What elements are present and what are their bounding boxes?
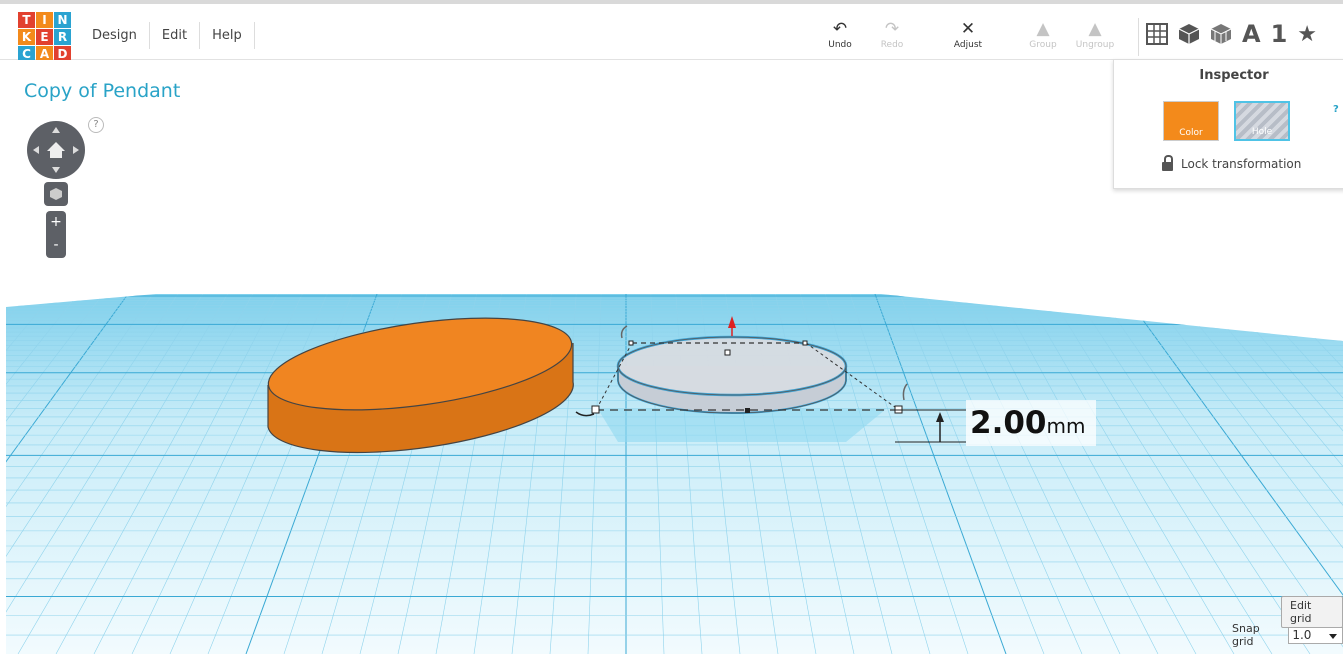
menu-help[interactable]: Help — [200, 22, 255, 49]
project-title[interactable]: Copy of Pendant — [24, 80, 180, 102]
pan-left-icon[interactable] — [33, 146, 39, 154]
wireframe-icon[interactable] — [1210, 23, 1232, 45]
top-toolbar: T I N K E R C A D Design Edit Help ↶ Und… — [0, 0, 1343, 62]
cube-icon — [50, 188, 62, 200]
color-label: Color — [1179, 128, 1203, 138]
home-view-icon[interactable] — [47, 142, 65, 158]
zoom-out-button[interactable]: - — [46, 234, 66, 257]
toolbar-divider — [1138, 18, 1139, 56]
ungroup-button[interactable]: ▲ Ungroup — [1069, 18, 1121, 50]
menu-edit[interactable]: Edit — [150, 22, 201, 49]
logo-letter: K — [18, 29, 35, 45]
tinkercad-logo[interactable]: T I N K E R C A D — [18, 12, 71, 62]
view-navigation-pad[interactable] — [27, 121, 85, 179]
redo-icon: ↷ — [884, 19, 900, 39]
star-icon[interactable]: ★ — [1297, 22, 1317, 47]
inspector-panel: Inspector Color Hole ? Lock transformati… — [1113, 59, 1343, 189]
dimension-value: 2.00 — [970, 405, 1047, 441]
dimension-unit: mm — [1046, 414, 1086, 438]
lock-label: Lock transformation — [1181, 156, 1302, 171]
zoom-in-button[interactable]: + — [46, 211, 66, 234]
logo-letter: E — [36, 29, 53, 45]
redo-label: Redo — [880, 40, 904, 50]
text-tool-icon[interactable]: A — [1242, 20, 1261, 48]
inspector-help-icon[interactable]: ? — [1333, 104, 1339, 115]
view-cube-button[interactable] — [44, 182, 68, 206]
snap-grid-label: Snap grid — [1232, 622, 1260, 648]
pan-right-icon[interactable] — [73, 146, 79, 154]
main-menu: Design Edit Help — [80, 22, 255, 49]
logo-letter: N — [54, 12, 71, 28]
pan-up-icon[interactable] — [52, 127, 60, 133]
logo-letter: R — [54, 29, 71, 45]
group-icon: ▲ — [1036, 19, 1050, 39]
redo-button[interactable]: ↷ Redo — [866, 18, 918, 50]
adjust-button[interactable]: ✕ Adjust — [942, 18, 994, 50]
adjust-label: Adjust — [953, 40, 983, 50]
ungroup-label: Ungroup — [1075, 40, 1115, 50]
color-swatch-button[interactable]: Color — [1163, 101, 1219, 141]
logo-letter: I — [36, 12, 53, 28]
snap-grid-control: Snap grid 1.0 — [1232, 622, 1343, 648]
number-tool-icon[interactable]: 1 — [1271, 20, 1288, 48]
logo-letter: T — [18, 12, 35, 28]
adjust-icon: ✕ — [960, 19, 976, 39]
undo-label: Undo — [828, 40, 852, 50]
box-icon[interactable] — [1178, 23, 1200, 45]
undo-button[interactable]: ↶ Undo — [814, 18, 866, 50]
ungroup-icon: ▲ — [1088, 19, 1102, 39]
menu-design[interactable]: Design — [80, 22, 150, 49]
snap-grid-select[interactable]: 1.0 — [1288, 626, 1343, 644]
group-label: Group — [1029, 40, 1057, 50]
undo-icon: ↶ — [832, 19, 848, 39]
lock-transformation-toggle[interactable]: Lock transformation — [1162, 155, 1302, 171]
group-button[interactable]: ▲ Group — [1017, 18, 1069, 50]
view-tools: A 1 ★ — [1146, 20, 1317, 48]
grid-view-icon[interactable] — [1146, 23, 1168, 45]
hole-swatch-button[interactable]: Hole — [1234, 101, 1290, 141]
zoom-control: + - — [46, 211, 66, 258]
inspector-title: Inspector — [1199, 68, 1269, 83]
hole-label: Hole — [1251, 127, 1273, 137]
pan-down-icon[interactable] — [52, 167, 60, 173]
lock-icon — [1162, 155, 1173, 171]
height-dimension[interactable]: 2.00mm — [970, 405, 1085, 441]
navigation-help-icon[interactable]: ? — [88, 117, 104, 133]
